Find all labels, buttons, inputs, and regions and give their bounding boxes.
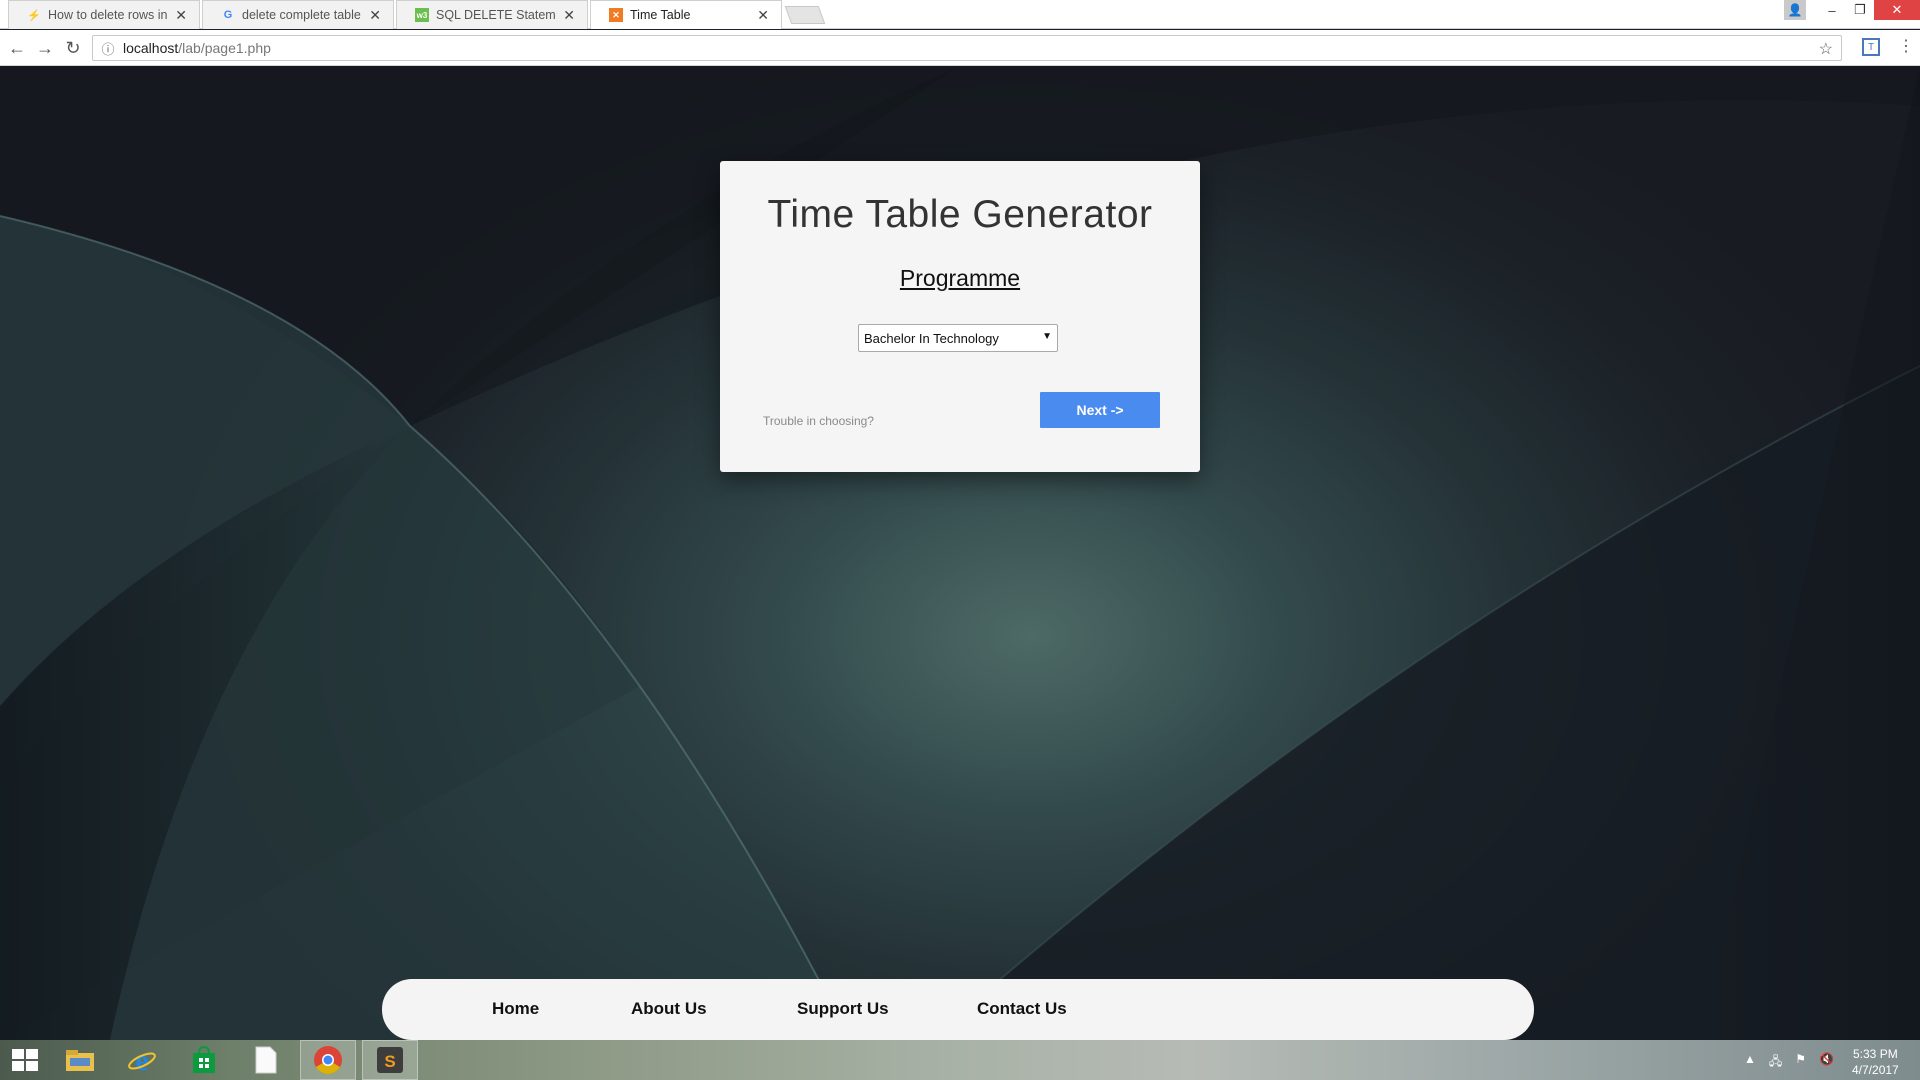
tab-title: delete complete table in — [242, 8, 362, 22]
forward-arrow-icon[interactable]: → — [34, 37, 56, 59]
page-title: Time Table Generator — [767, 193, 1153, 236]
minimize-icon[interactable]: – — [1818, 0, 1846, 20]
chrome-icon[interactable] — [300, 1040, 356, 1080]
w3schools-icon: w3 — [415, 8, 429, 22]
nav-support-us[interactable]: Support Us — [797, 999, 889, 1019]
url-host: localhost — [123, 40, 179, 56]
profile-icon[interactable]: 👤 — [1784, 0, 1806, 20]
windows-taskbar: e S ▲ 🖧 ⚑ 🔇 5:33 PM 4/7/2017 — [0, 1040, 1920, 1080]
volume-muted-icon[interactable]: 🔇 — [1819, 1052, 1834, 1073]
svg-text:e: e — [135, 1045, 148, 1075]
info-icon[interactable]: ⓘ — [97, 39, 119, 58]
page-viewport: Time Table Generator Programme Bachelor … — [0, 66, 1920, 1040]
help-link[interactable]: Trouble in choosing? — [763, 414, 874, 428]
browser-toolbar: ← → ↻ ⓘ localhost/lab/page1.php ☆ T ⋮ — [0, 30, 1920, 66]
google-icon: G — [223, 9, 233, 21]
chrome-menu-icon[interactable]: ⋮ — [1898, 36, 1914, 56]
close-tab-icon[interactable]: ✕ — [175, 7, 187, 24]
tab-title: SQL DELETE Statement — [436, 8, 556, 22]
tab-time-table[interactable]: ✕ Time Table ✕ — [590, 0, 782, 29]
reload-icon[interactable]: ↻ — [62, 37, 84, 59]
show-hidden-icons-icon[interactable]: ▲ — [1744, 1052, 1756, 1073]
tab-title: Time Table — [630, 8, 691, 22]
footer-nav: Home About Us Support Us Contact Us — [382, 979, 1534, 1040]
window-controls: 👤 – ❐ ✕ — [1784, 0, 1920, 20]
programme-card: Time Table Generator Programme Bachelor … — [720, 161, 1200, 472]
document-icon[interactable] — [238, 1040, 294, 1080]
new-tab-button[interactable] — [784, 6, 826, 24]
file-explorer-icon[interactable] — [52, 1040, 108, 1080]
url-path: /lab/page1.php — [178, 40, 271, 56]
system-tray: ▲ 🖧 ⚑ 🔇 — [1744, 1052, 1834, 1073]
tab-stackoverflow[interactable]: ⚡ How to delete rows in m ✕ — [8, 0, 200, 29]
restore-icon[interactable]: ❐ — [1846, 0, 1874, 20]
extension-icon[interactable]: T — [1862, 38, 1880, 56]
programme-select-value: Bachelor In Technology — [864, 330, 999, 346]
nav-about-us[interactable]: About Us — [631, 999, 707, 1019]
close-tab-icon[interactable]: ✕ — [563, 7, 575, 24]
internet-explorer-icon[interactable]: e — [114, 1040, 170, 1080]
svg-text:S: S — [384, 1052, 395, 1071]
windows-start-icon[interactable] — [12, 1049, 38, 1071]
taskbar-clock[interactable]: 5:33 PM 4/7/2017 — [1852, 1046, 1899, 1078]
sublime-text-icon[interactable]: S — [362, 1040, 418, 1080]
browser-tab-strip: ⚡ How to delete rows in m ✕ G delete com… — [0, 0, 1920, 29]
tab-w3schools[interactable]: w3 SQL DELETE Statement ✕ — [396, 0, 588, 29]
xampp-icon: ✕ — [609, 8, 623, 22]
tab-title: How to delete rows in m — [48, 8, 168, 22]
store-icon[interactable] — [176, 1040, 232, 1080]
next-button[interactable]: Next -> — [1040, 392, 1160, 428]
close-tab-icon[interactable]: ✕ — [757, 7, 769, 24]
programme-select[interactable]: Bachelor In Technology ▼ — [858, 324, 1058, 352]
back-arrow-icon[interactable]: ← — [6, 37, 28, 59]
nav-contact-us[interactable]: Contact Us — [977, 999, 1067, 1019]
stackoverflow-icon: ⚡ — [27, 9, 41, 22]
clock-time: 5:33 PM — [1853, 1047, 1898, 1061]
tab-google[interactable]: G delete complete table in ✕ — [202, 0, 394, 29]
network-icon[interactable]: 🖧 — [1769, 1052, 1782, 1073]
close-window-icon[interactable]: ✕ — [1874, 0, 1920, 20]
section-heading: Programme — [899, 265, 1021, 291]
action-center-flag-icon[interactable]: ⚑ — [1795, 1052, 1806, 1073]
close-tab-icon[interactable]: ✕ — [369, 7, 381, 24]
nav-home[interactable]: Home — [492, 999, 539, 1019]
dropdown-arrow-icon: ▼ — [1042, 331, 1052, 342]
address-bar[interactable]: ⓘ localhost/lab/page1.php ☆ — [92, 35, 1842, 61]
clock-date: 4/7/2017 — [1852, 1063, 1899, 1077]
bookmark-star-icon[interactable]: ☆ — [1819, 39, 1833, 59]
